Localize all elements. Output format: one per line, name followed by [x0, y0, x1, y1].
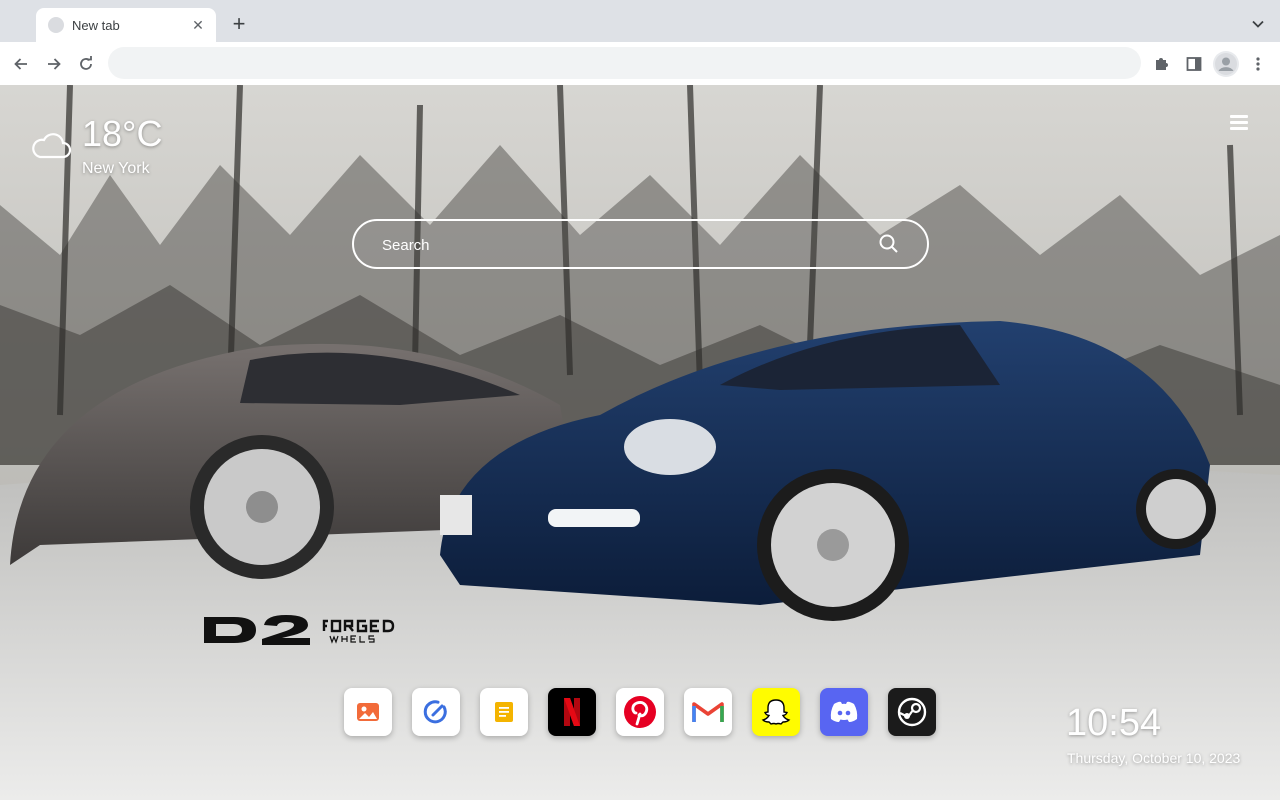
app-speed[interactable] [412, 688, 460, 736]
tab-title: New tab [72, 17, 120, 33]
puzzle-icon [1156, 58, 1168, 70]
tab-strip: New tab ✕ + [0, 0, 1280, 42]
app-photos[interactable] [344, 688, 392, 736]
new-tab-button[interactable]: + [226, 12, 252, 38]
clock-time: 10:54 [1066, 702, 1162, 744]
blank-favicon-icon [48, 17, 64, 33]
tab-search-button[interactable] [1248, 14, 1268, 34]
city-name: New York [82, 160, 150, 177]
app-discord[interactable] [820, 688, 868, 736]
browser-toolbar [0, 42, 1280, 85]
app-snapchat[interactable] [752, 688, 800, 736]
reload-icon [80, 56, 92, 70]
steam-icon [897, 697, 927, 727]
side-panel-button[interactable] [1181, 51, 1207, 77]
gmail-icon [692, 702, 724, 722]
menu-button[interactable] [1228, 115, 1250, 135]
side-panel-icon [1186, 57, 1202, 71]
plus-icon: + [232, 11, 246, 36]
arrow-left-icon [14, 58, 27, 70]
browser-menu-button[interactable] [1245, 51, 1271, 77]
search-input[interactable] [382, 233, 862, 257]
kebab-menu-icon [1256, 57, 1260, 71]
app-netflix[interactable] [548, 688, 596, 736]
temperature-value: 18°C [82, 113, 163, 154]
image-icon [357, 703, 379, 721]
pinterest-icon [624, 696, 656, 728]
new-tab-page: 18°C New York Search 10:54 Thursday, Oct… [0, 85, 1280, 800]
search-icon[interactable] [878, 233, 900, 255]
back-button[interactable] [8, 51, 34, 77]
notes-icon [495, 702, 513, 722]
hamburger-icon [1228, 115, 1250, 130]
netflix-icon [564, 698, 580, 726]
avatar-icon [1215, 53, 1237, 75]
address-bar[interactable] [108, 47, 1141, 79]
arrow-right-icon [48, 58, 61, 70]
app-pinterest[interactable] [616, 688, 664, 736]
app-gmail[interactable] [684, 688, 732, 736]
d2-forged-wheels-logo [204, 615, 395, 645]
extensions-button[interactable] [1149, 51, 1175, 77]
gauge-icon [423, 700, 447, 724]
cloud-icon [32, 133, 72, 159]
profile-button[interactable] [1213, 51, 1239, 77]
clock-date: Thursday, October 10, 2023 [1067, 750, 1241, 766]
snapchat-icon [761, 699, 791, 725]
forward-button[interactable] [41, 51, 67, 77]
tab-new-tab[interactable]: New tab ✕ [36, 8, 216, 42]
search-box[interactable] [352, 219, 929, 269]
app-dock [344, 688, 944, 736]
close-icon[interactable]: ✕ [190, 17, 206, 33]
discord-icon [830, 701, 858, 722]
chevron-down-icon [1252, 20, 1264, 28]
app-notes[interactable] [480, 688, 528, 736]
reload-button[interactable] [73, 51, 99, 77]
app-steam[interactable] [888, 688, 936, 736]
